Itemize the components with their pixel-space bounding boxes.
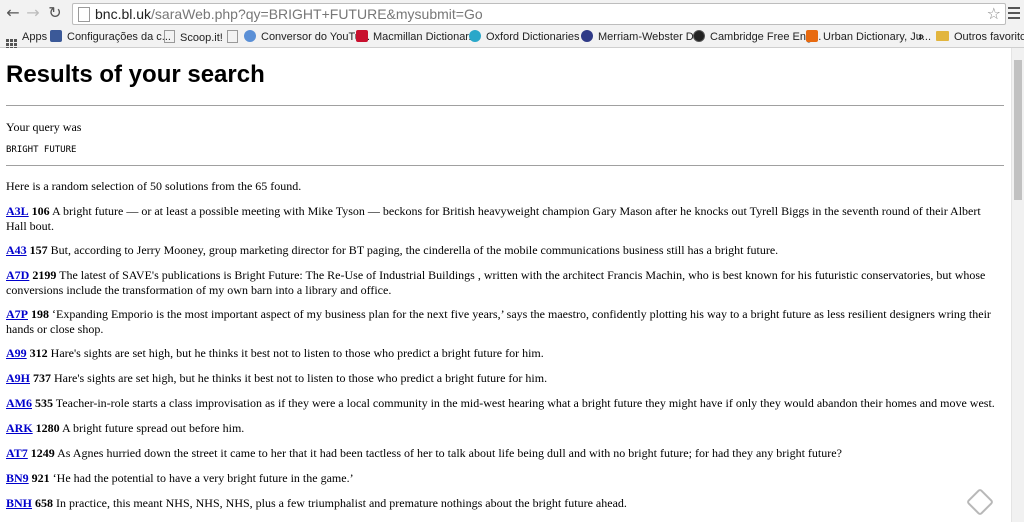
result-text: A bright future spread out before him.: [62, 421, 245, 435]
bookmark-label: Conversor do YouTu...: [261, 31, 371, 43]
result-item: AT7 1249 As Agnes hurried down the stree…: [6, 446, 1001, 461]
result-text: The latest of SAVE's publications is Bri…: [6, 268, 986, 297]
query-label: Your query was: [6, 120, 82, 134]
result-text: Hare's sights are set high, but he think…: [50, 346, 544, 360]
bookmark-youtube-converter[interactable]: Conversor do YouTu...: [244, 30, 370, 44]
result-text: But, according to Jerry Mooney, group ma…: [50, 243, 779, 257]
result-code-link[interactable]: A43: [6, 243, 27, 257]
result-text: In practice, this meant NHS, NHS, NHS, p…: [56, 496, 627, 510]
result-code-link[interactable]: BNH: [6, 496, 32, 510]
back-arrow-icon[interactable]: ←: [4, 4, 22, 22]
page-icon: [164, 30, 175, 43]
result-code-link[interactable]: A7P: [6, 307, 28, 321]
result-item: A9H 737 Hare's sights are set high, but …: [6, 371, 1001, 386]
extension-tag-icon[interactable]: [965, 487, 995, 517]
bookmark-label: Macmillan Dictionar...: [373, 31, 478, 43]
result-code-link[interactable]: A99: [6, 346, 27, 360]
bookmark-scoopit[interactable]: Scoop.it!: [164, 30, 223, 44]
page-content: Results of your search Your query was BR…: [0, 48, 1012, 522]
result-code-link[interactable]: BN9: [6, 471, 29, 485]
result-item: BNH 658 In practice, this meant NHS, NHS…: [6, 496, 1001, 511]
results-summary: Here is a random selection of 50 solutio…: [6, 179, 302, 193]
url-host: bnc.bl.uk: [95, 6, 152, 22]
result-item: A7D 2199 The latest of SAVE's publicatio…: [6, 268, 1001, 298]
divider: [6, 165, 1004, 166]
result-item: A99 312 Hare's sights are set high, but …: [6, 346, 1001, 361]
result-code-link[interactable]: A3L: [6, 204, 29, 218]
result-code-link[interactable]: AT7: [6, 446, 28, 460]
result-number: 198: [31, 307, 49, 321]
result-item: BN9 921 ‘He had the potential to have a …: [6, 471, 1001, 486]
bookmark-facebook[interactable]: Configurações da c...: [50, 30, 171, 44]
result-code-link[interactable]: AM6: [6, 396, 32, 410]
bookmark-label: Apps: [22, 31, 48, 43]
bookmark-label: Merriam-Webster D...: [598, 31, 703, 43]
result-item: A43 157 But, according to Jerry Mooney, …: [6, 243, 1001, 258]
facebook-icon: [50, 30, 62, 42]
vertical-scrollbar[interactable]: [1011, 48, 1024, 522]
query-text: BRIGHT FUTURE: [6, 145, 77, 155]
result-number: 106: [31, 204, 50, 218]
folder-icon: [936, 31, 949, 41]
result-text: ‘Expanding Emporio is the most important…: [6, 307, 991, 336]
scrollbar-thumb[interactable]: [1014, 60, 1022, 200]
result-code-link[interactable]: A7D: [6, 268, 29, 282]
bookmark-blank[interactable]: [227, 30, 243, 44]
bookmark-label: Cambridge Free Eng...: [710, 31, 822, 43]
forward-arrow-icon[interactable]: →: [24, 4, 42, 22]
result-number: 157: [29, 243, 48, 257]
bookmark-label: Configurações da c...: [67, 31, 171, 43]
bookmark-label: Outros favoritos: [954, 31, 1024, 43]
url-path: /saraWeb.php?qy=BRIGHT+FUTURE&mysubmit=G…: [151, 6, 483, 22]
more-bookmarks-button[interactable]: »: [918, 30, 924, 44]
result-code-link[interactable]: A9H: [6, 371, 30, 385]
result-text: As Agnes hurried down the street it came…: [57, 446, 842, 460]
merriam-webster-icon: [581, 30, 593, 42]
bookmark-urban-dictionary[interactable]: Urban Dictionary, Ju...: [806, 30, 931, 44]
bookmark-oxford[interactable]: Oxford Dictionaries ...: [469, 30, 592, 44]
result-number: 312: [29, 346, 48, 360]
bookmark-apps[interactable]: Apps: [6, 30, 48, 50]
page-icon: [78, 7, 90, 22]
bookmark-label: Oxford Dictionaries ...: [486, 31, 592, 43]
result-number: 535: [35, 396, 53, 410]
page-title: Results of your search: [6, 61, 265, 88]
bookmark-star-icon[interactable]: ☆: [987, 4, 1001, 23]
page-icon: [227, 30, 238, 43]
result-number: 921: [31, 471, 50, 485]
result-item: ARK 1280 A bright future spread out befo…: [6, 421, 1001, 436]
result-text: Teacher-in-role starts a class improvisa…: [55, 396, 995, 410]
result-number: 1280: [35, 421, 60, 435]
result-text: ‘He had the potential to have a very bri…: [52, 471, 354, 485]
bookmark-label: Urban Dictionary, Ju...: [823, 31, 932, 43]
result-item: A3L 106 A bright future — or at least a …: [6, 204, 1001, 234]
bookmarks-bar: Apps Configurações da c... Scoop.it! Con…: [0, 27, 1024, 50]
macmillan-icon: [356, 30, 368, 42]
bookmark-label: Scoop.it!: [180, 32, 223, 44]
result-number: 658: [35, 496, 54, 510]
result-number: 1249: [30, 446, 55, 460]
browser-toolbar: ← → ↻ bnc.bl.uk/saraWeb.php?qy=BRIGHT+FU…: [0, 0, 1024, 28]
bookmark-cambridge[interactable]: Cambridge Free Eng...: [693, 30, 821, 44]
address-bar[interactable]: bnc.bl.uk/saraWeb.php?qy=BRIGHT+FUTURE&m…: [72, 3, 1006, 25]
urban-dictionary-icon: [806, 30, 818, 42]
result-number: 737: [33, 371, 51, 385]
divider: [6, 105, 1004, 106]
youtube-converter-icon: [244, 30, 256, 42]
oxford-icon: [469, 30, 481, 42]
result-number: 2199: [32, 268, 57, 282]
reload-icon[interactable]: ↻: [46, 4, 64, 22]
result-code-link[interactable]: ARK: [6, 421, 33, 435]
result-text: A bright future — or at least a possible…: [6, 204, 981, 233]
bookmark-macmillan[interactable]: Macmillan Dictionar...: [356, 30, 478, 44]
bookmark-merriam-webster[interactable]: Merriam-Webster D...: [581, 30, 703, 44]
menu-icon[interactable]: [1006, 4, 1022, 22]
result-text: Hare's sights are set high, but he think…: [54, 371, 548, 385]
bookmark-other-favorites[interactable]: Outros favoritos: [936, 30, 1024, 44]
cambridge-icon: [693, 30, 705, 42]
result-item: AM6 535 Teacher-in-role starts a class i…: [6, 396, 1001, 411]
url-text[interactable]: bnc.bl.uk/saraWeb.php?qy=BRIGHT+FUTURE&m…: [95, 6, 483, 22]
result-item: A7P 198 ‘Expanding Emporio is the most i…: [6, 307, 1001, 337]
